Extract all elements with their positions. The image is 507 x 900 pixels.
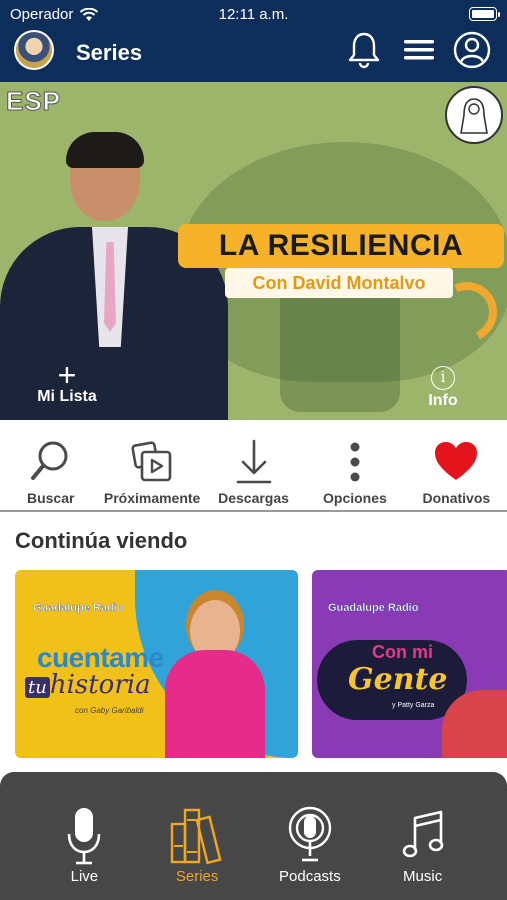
section-title: Continúa viendo	[15, 528, 188, 553]
info-icon: i	[431, 366, 455, 390]
virgin-logo-icon	[445, 86, 503, 144]
bottom-tab-bar: Live Series Podcasts Music	[0, 772, 507, 900]
language-badge: ESP	[5, 86, 62, 117]
upcoming-button[interactable]: Próximamente	[101, 420, 202, 510]
info-button[interactable]: i Info	[418, 366, 468, 410]
guadalupe-icon	[460, 98, 488, 134]
banner-subtitle-box: Con David Montalvo	[225, 268, 453, 298]
search-button[interactable]: Buscar	[0, 420, 101, 510]
continue-watching-carousel[interactable]: Guadalupe Radio cuentame tu historia con …	[15, 570, 507, 760]
donations-button[interactable]: Donativos	[406, 420, 507, 510]
download-icon	[236, 439, 271, 484]
tab-label: Podcasts	[279, 868, 341, 885]
plus-icon: +	[57, 357, 77, 393]
action-label: Opciones	[323, 490, 387, 506]
card-logo: Guadalupe Radio	[328, 602, 419, 614]
action-row: Buscar Próximamente Descargas Opciones D…	[0, 420, 507, 512]
battery-icon	[469, 7, 500, 21]
host-photo-body	[165, 650, 265, 758]
banner-title-box: LA RESILIENCIA	[178, 224, 504, 268]
series-card[interactable]: Guadalupe Radio cuentame tu historia con …	[15, 570, 298, 758]
card-title-prefix: tu	[25, 677, 50, 698]
tab-live[interactable]: Live	[28, 772, 141, 900]
action-label: Donativos	[422, 490, 491, 506]
tab-label: Music	[403, 868, 443, 885]
top-bar: Operador 12:11 a.m. Series	[0, 0, 507, 82]
tab-label: Series	[175, 868, 219, 885]
add-to-list-button[interactable]: + Mi Lista	[22, 357, 112, 406]
more-icon	[350, 442, 360, 482]
add-to-list-label: Mi Lista	[37, 388, 97, 405]
status-time: 12:11 a.m.	[218, 6, 289, 23]
podcast-icon	[288, 806, 332, 862]
tab-podcasts[interactable]: Podcasts	[254, 772, 367, 900]
action-label: Próximamente	[103, 490, 201, 506]
options-button[interactable]: Opciones	[304, 420, 405, 510]
user-icon	[453, 31, 491, 69]
microphone-icon	[68, 808, 101, 865]
menu-button[interactable]	[399, 28, 439, 72]
card-title-word: historia	[49, 670, 151, 700]
card-title-line2: tu historia	[25, 670, 151, 700]
notifications-button[interactable]	[344, 28, 384, 72]
action-label: Buscar	[26, 490, 75, 506]
upcoming-icon	[131, 441, 172, 482]
info-label: Info	[428, 392, 458, 409]
tab-series[interactable]: Series	[141, 772, 254, 900]
banner-title: LA RESILIENCIA	[218, 229, 464, 262]
series-card[interactable]: Guadalupe Radio Con mi Gente y Patty Gar…	[312, 570, 507, 758]
action-label: Descargas	[218, 490, 289, 506]
status-bar: Operador 12:11 a.m.	[0, 0, 507, 30]
app-header: Series	[0, 28, 507, 78]
card-title-line2: Gente	[348, 662, 448, 697]
profile-button[interactable]	[452, 28, 492, 72]
music-note-icon	[402, 810, 443, 858]
tab-label: Live	[70, 868, 99, 885]
downloads-button[interactable]: Descargas	[203, 420, 304, 510]
banner-subtitle: Con David Montalvo	[252, 272, 426, 293]
card-logo: Guadalupe Radio	[33, 602, 124, 614]
hamburger-icon	[404, 40, 434, 60]
featured-banner[interactable]: ESP LA RESILIENCIA Con David Montalvo + …	[0, 82, 507, 420]
card-byline: con Gaby Garibaldi	[75, 706, 144, 715]
app-logo-avatar[interactable]	[14, 30, 54, 70]
heart-icon	[435, 442, 478, 480]
series-books-icon	[170, 808, 222, 865]
tab-music[interactable]: Music	[366, 772, 479, 900]
bell-icon	[348, 32, 380, 69]
page-title: Series	[76, 40, 143, 65]
search-icon	[30, 441, 68, 480]
card-byline: y Patty Garza	[392, 702, 435, 709]
card-title-line1: Con mi	[372, 642, 433, 662]
